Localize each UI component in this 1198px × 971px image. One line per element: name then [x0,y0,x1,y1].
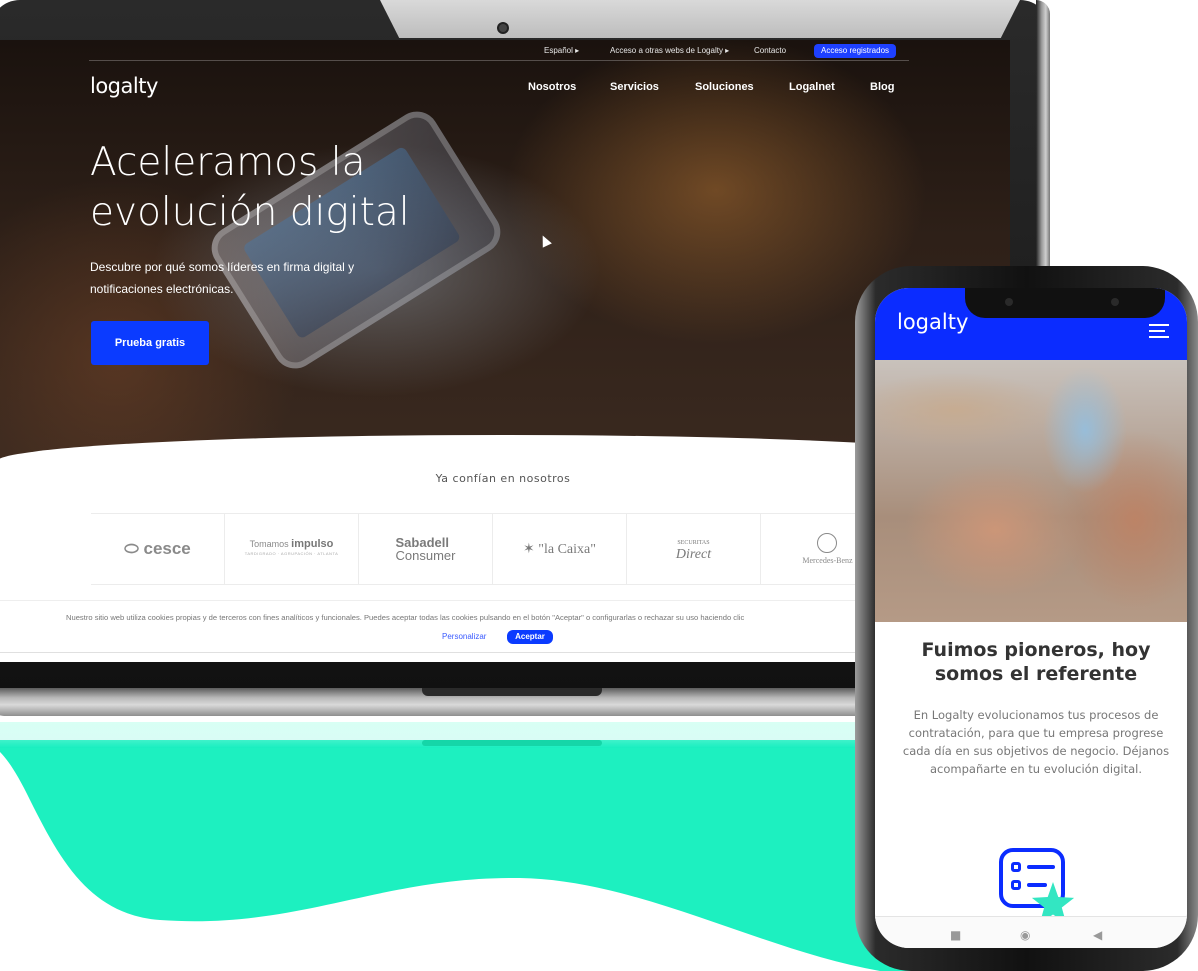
smartphone-screen: logalty Fuimos pioneros, hoy somos el re… [875,288,1187,948]
direct-label: Direct [675,547,712,562]
laptop-top-bezel [380,0,1020,38]
logalty-logo[interactable]: logalty [90,74,158,98]
consumer-label: Consumer [395,548,456,563]
recent-apps-icon[interactable]: ■ [950,929,961,941]
nav-blog[interactable]: Blog [870,81,894,93]
impulso-tagline: TARDIGRADO · AGRUPACIÓN · ATLANTA [244,551,339,556]
cesce-label: cesce [143,539,191,558]
laptop-hinge [422,688,602,696]
webcam-icon [499,24,507,32]
client-logo-securitas-direct: SECURITAS Direct [627,514,761,584]
cesce-mark-icon: ⬭ [124,539,144,558]
android-nav-bar: ■ ◉ ◀ [875,916,1187,948]
free-trial-button[interactable]: Prueba gratis [91,321,209,365]
client-logo-impulso: Tomamos impulso TARDIGRADO · AGRUPACIÓN … [225,514,359,584]
utility-bar: Español ▸ Acceso a otras webs de Logalty… [0,44,1010,60]
language-selector[interactable]: Español ▸ [544,46,579,55]
client-logo-lacaixa: ✶ "la Caixa" [493,514,627,584]
back-icon[interactable]: ◀ [1093,929,1102,941]
mercedes-star-icon [817,533,838,553]
caixa-label: "la Caixa" [538,541,596,557]
mobile-body-text: En Logalty evolucionamos tus procesos de… [902,708,1170,776]
cookie-customize-link[interactable]: Personalizar [442,632,486,641]
hamburger-menu-icon[interactable] [1149,324,1169,342]
home-icon[interactable]: ◉ [1020,929,1030,941]
mobile-heading: Fuimos pioneros, hoy somos el referente [921,639,1151,685]
nav-soluciones[interactable]: Soluciones [695,81,754,93]
mercedes-label: Mercedes-Benz [802,556,853,565]
smartphone-frame: logalty Fuimos pioneros, hoy somos el re… [855,266,1198,971]
hero-subtitle: Descubre por qué somos líderes en firma … [90,260,355,296]
nav-nosotros[interactable]: Nosotros [528,81,576,93]
client-logo-sabadell: Sabadell Consumer [359,514,493,584]
header-divider [89,60,909,61]
registered-access-button[interactable]: Acceso registrados [814,44,897,58]
impulso-prefix: Tomamos [249,539,289,549]
mobile-hero-photo [875,360,1187,622]
client-logo-cesce: ⬭ cesce [91,514,225,584]
contact-link[interactable]: Contacto [754,46,786,55]
laptop-reflection-hinge [422,740,602,746]
cookie-accept-button[interactable]: Aceptar [507,630,553,644]
nav-servicios[interactable]: Servicios [610,81,659,93]
mobile-logalty-logo[interactable]: logalty [897,310,968,334]
other-sites-link[interactable]: Acceso a otras webs de Logalty ▸ [610,46,729,55]
phone-notch [965,288,1165,318]
nav-logalnet[interactable]: Logalnet [789,81,835,93]
caixa-star-icon: ✶ [523,541,539,557]
hero-title: Aceleramos la evolución digital [90,140,410,235]
